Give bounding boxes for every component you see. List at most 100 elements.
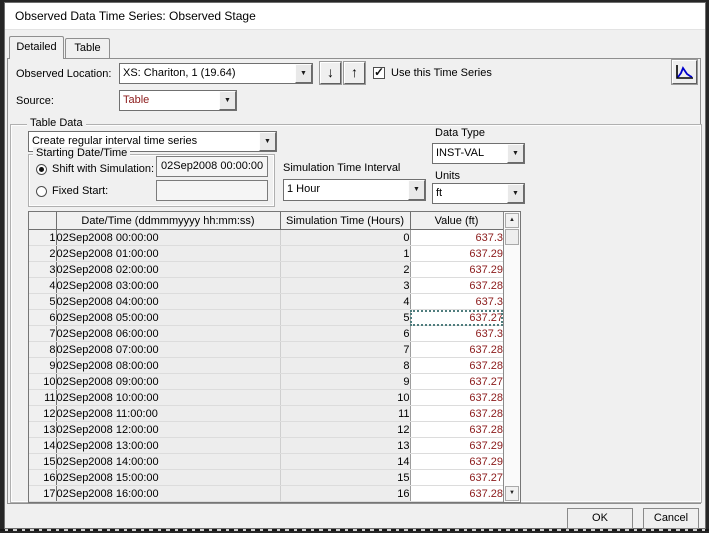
units-select[interactable]: ft ▼ xyxy=(432,183,525,204)
plot-button[interactable] xyxy=(672,60,697,84)
simtime-cell: 2 xyxy=(280,262,410,278)
table-header-row: Date/Time (ddmmmyyyy hh:mm:ss) Simulatio… xyxy=(29,212,503,230)
shift-with-simulation-radio[interactable] xyxy=(36,164,47,175)
value-cell[interactable]: 637.3 xyxy=(410,326,503,342)
fixed-start-radio[interactable] xyxy=(36,186,47,197)
simtime-cell: 4 xyxy=(280,294,410,310)
simtime-cell: 12 xyxy=(280,422,410,438)
tab-table[interactable]: Table xyxy=(65,38,110,59)
value-cell[interactable]: 637.27 xyxy=(410,310,503,326)
grid-corner-cell xyxy=(29,212,56,230)
shift-date-input[interactable]: 02Sep2008 00:00:00 xyxy=(156,156,268,177)
datetime-cell: 02Sep2008 15:00:00 xyxy=(56,470,280,486)
starting-date-group-label: Starting Date/Time xyxy=(33,147,130,159)
observed-location-select[interactable]: XS: Chariton, 1 (19.64) ▼ xyxy=(119,63,313,84)
value-cell[interactable]: 637.29 xyxy=(410,454,503,470)
row-number-cell: 2 xyxy=(29,246,56,262)
next-location-button[interactable]: ↑ xyxy=(344,62,365,84)
ok-button[interactable]: OK xyxy=(567,508,633,529)
data-type-select[interactable]: INST-VAL ▼ xyxy=(432,143,525,164)
value-cell[interactable]: 637.28 xyxy=(410,278,503,294)
chevron-down-icon[interactable]: ▼ xyxy=(507,184,524,203)
table-row: 602Sep2008 05:00:005637.27 xyxy=(29,310,503,326)
starting-date-group: Starting Date/Time Shift with Simulation… xyxy=(28,154,275,207)
source-label: Source: xyxy=(16,95,54,107)
value-cell[interactable]: 637.28 xyxy=(410,406,503,422)
previous-location-button[interactable]: ↓ xyxy=(320,62,341,84)
data-grid: Date/Time (ddmmmyyyy hh:mm:ss) Simulatio… xyxy=(28,211,521,503)
table-row: 702Sep2008 06:00:006637.3 xyxy=(29,326,503,342)
value-cell[interactable]: 637.29 xyxy=(410,262,503,278)
table-row: 502Sep2008 04:00:004637.3 xyxy=(29,294,503,310)
sim-interval-select[interactable]: 1 Hour ▼ xyxy=(283,179,426,201)
value-cell[interactable]: 637.28 xyxy=(410,342,503,358)
datetime-cell: 02Sep2008 13:00:00 xyxy=(56,438,280,454)
datetime-cell: 02Sep2008 14:00:00 xyxy=(56,454,280,470)
title-bar: Observed Data Time Series: Observed Stag… xyxy=(5,3,705,30)
datetime-cell: 02Sep2008 03:00:00 xyxy=(56,278,280,294)
datetime-cell: 02Sep2008 11:00:00 xyxy=(56,406,280,422)
check-icon: ✓ xyxy=(374,65,384,79)
chevron-down-icon[interactable]: ▼ xyxy=(408,180,425,200)
chevron-down-icon[interactable]: ▼ xyxy=(507,144,524,163)
chevron-down-icon[interactable]: ▼ xyxy=(259,132,276,151)
datetime-cell: 02Sep2008 01:00:00 xyxy=(56,246,280,262)
chevron-down-icon[interactable]: ▼ xyxy=(295,64,312,83)
value-cell[interactable]: 637.28 xyxy=(410,422,503,438)
up-triangle-icon: ▲ xyxy=(509,217,515,223)
table-row: 1702Sep2008 16:00:0016637.28 xyxy=(29,486,503,502)
row-number-cell: 4 xyxy=(29,278,56,294)
value-cell[interactable]: 637.28 xyxy=(410,390,503,406)
table-row: 1002Sep2008 09:00:009637.27 xyxy=(29,374,503,390)
grid-header-datetime: Date/Time (ddmmmyyyy hh:mm:ss) xyxy=(56,212,280,230)
source-select[interactable]: Table ▼ xyxy=(119,90,237,111)
table-row: 1302Sep2008 12:00:0012637.28 xyxy=(29,422,503,438)
value-cell[interactable]: 637.3 xyxy=(410,230,503,246)
value-cell[interactable]: 637.27 xyxy=(410,374,503,390)
row-number-cell: 10 xyxy=(29,374,56,390)
simtime-cell: 11 xyxy=(280,406,410,422)
datetime-cell: 02Sep2008 04:00:00 xyxy=(56,294,280,310)
table-data-group: Table Data Create regular interval time … xyxy=(10,124,702,503)
fixed-start-input[interactable] xyxy=(156,180,268,201)
scroll-up-button[interactable]: ▲ xyxy=(505,213,519,228)
data-type-label: Data Type xyxy=(435,127,485,139)
value-cell[interactable]: 637.28 xyxy=(410,358,503,374)
datetime-cell: 02Sep2008 12:00:00 xyxy=(56,422,280,438)
datetime-cell: 02Sep2008 00:00:00 xyxy=(56,230,280,246)
simtime-cell: 8 xyxy=(280,358,410,374)
datetime-cell: 02Sep2008 08:00:00 xyxy=(56,358,280,374)
value-cell[interactable]: 637.29 xyxy=(410,438,503,454)
value-cell[interactable]: 637.29 xyxy=(410,246,503,262)
cancel-button[interactable]: Cancel xyxy=(643,508,699,529)
sim-interval-value: 1 Hour xyxy=(287,180,406,199)
grid-header-value: Value (ft) xyxy=(410,212,503,230)
simtime-cell: 15 xyxy=(280,470,410,486)
table-row: 302Sep2008 02:00:002637.29 xyxy=(29,262,503,278)
value-cell[interactable]: 637.28 xyxy=(410,486,503,502)
table-data-group-label: Table Data xyxy=(27,117,86,129)
row-number-cell: 6 xyxy=(29,310,56,326)
simtime-cell: 9 xyxy=(280,374,410,390)
row-number-cell: 14 xyxy=(29,438,56,454)
use-time-series-checkbox[interactable]: ✓ xyxy=(373,67,385,79)
value-cell[interactable]: 637.3 xyxy=(410,294,503,310)
simtime-cell: 0 xyxy=(280,230,410,246)
row-number-cell: 9 xyxy=(29,358,56,374)
simtime-cell: 10 xyxy=(280,390,410,406)
row-number-cell: 15 xyxy=(29,454,56,470)
use-time-series-label: Use this Time Series xyxy=(391,67,492,79)
simtime-cell: 1 xyxy=(280,246,410,262)
table-row: 802Sep2008 07:00:007637.28 xyxy=(29,342,503,358)
scroll-down-button[interactable]: ▼ xyxy=(505,486,519,501)
row-number-cell: 12 xyxy=(29,406,56,422)
vertical-scrollbar[interactable]: ▲ ▼ xyxy=(503,212,520,502)
observed-location-label: Observed Location: xyxy=(16,68,111,80)
table-row: 1402Sep2008 13:00:0013637.29 xyxy=(29,438,503,454)
datetime-cell: 02Sep2008 16:00:00 xyxy=(56,486,280,502)
simtime-cell: 13 xyxy=(280,438,410,454)
scroll-thumb[interactable] xyxy=(505,229,519,245)
value-cell[interactable]: 637.27 xyxy=(410,470,503,486)
chevron-down-icon[interactable]: ▼ xyxy=(219,91,236,110)
tab-detailed[interactable]: Detailed xyxy=(9,36,64,59)
